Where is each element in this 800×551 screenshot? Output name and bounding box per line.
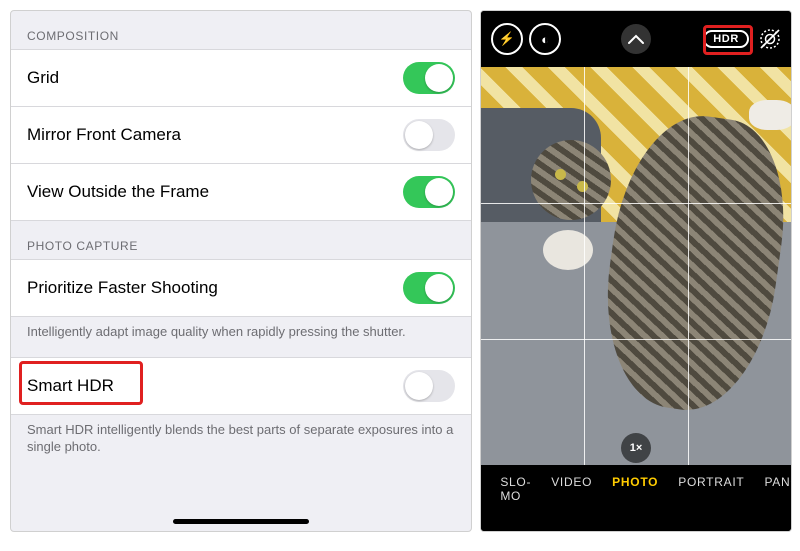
toggle[interactable] [403,272,455,304]
photo-cat-chin [543,230,593,270]
camera-pane: ⚡ ◐ HDR [480,10,792,532]
row-mirror-front-camera[interactable]: Mirror Front Camera [11,107,471,164]
mode-slo-mo[interactable]: SLO-MO [500,475,531,503]
row-label: Mirror Front Camera [27,125,181,145]
grid-line [481,203,791,204]
hdr-label: HDR [713,33,739,45]
mode-photo[interactable]: PHOTO [612,475,658,489]
toggle[interactable] [403,370,455,402]
zoom-button[interactable]: 1× [621,433,651,463]
mode-pano[interactable]: PANO [764,475,792,489]
row-view-outside-frame[interactable]: View Outside the Frame [11,164,471,221]
home-indicator[interactable] [173,519,309,524]
camera-viewfinder[interactable]: 1× [481,67,791,475]
photo-cat-head [531,140,611,220]
section-header: PHOTO CAPTURE [11,221,471,259]
photo-cat-paw [749,100,791,130]
row-grid[interactable]: Grid [11,49,471,107]
row-prioritize-faster-shooting[interactable]: Prioritize Faster Shooting [11,259,471,317]
grid-line [481,339,791,340]
section-caption: Smart HDR intelligently blends the best … [11,415,471,472]
settings-pane: COMPOSITION Grid Mirror Front Camera View O… [10,10,472,532]
section-header: COMPOSITION [11,11,471,49]
zoom-label: 1× [630,442,643,454]
toggle-knob [425,178,453,206]
toggle-knob [405,121,433,149]
row-label: Prioritize Faster Shooting [27,278,218,298]
live-photo-off-icon[interactable] [757,26,783,52]
mode-portrait[interactable]: PORTRAIT [678,475,744,489]
toggle[interactable] [403,62,455,94]
grid-line [688,67,689,475]
row-label: Smart HDR [27,376,114,396]
row-label: View Outside the Frame [27,182,209,202]
grid-line [584,67,585,475]
mode-video[interactable]: VIDEO [551,475,592,489]
section-caption: Intelligently adapt image quality when r… [11,317,471,357]
row-smart-hdr[interactable]: Smart HDR [11,357,471,415]
toggle-knob [425,64,453,92]
toggle-knob [425,274,453,302]
chevron-up-icon[interactable] [621,24,651,54]
hdr-button[interactable]: HDR [703,30,749,48]
toggle[interactable] [403,119,455,151]
toggle[interactable] [403,176,455,208]
camera-top-bar: ⚡ ◐ HDR [481,11,791,67]
row-label: Grid [27,68,59,88]
toggle-knob [405,372,433,400]
camera-mode-bar[interactable]: ESLO-MOVIDEOPHOTOPORTRAITPANO [481,465,791,531]
